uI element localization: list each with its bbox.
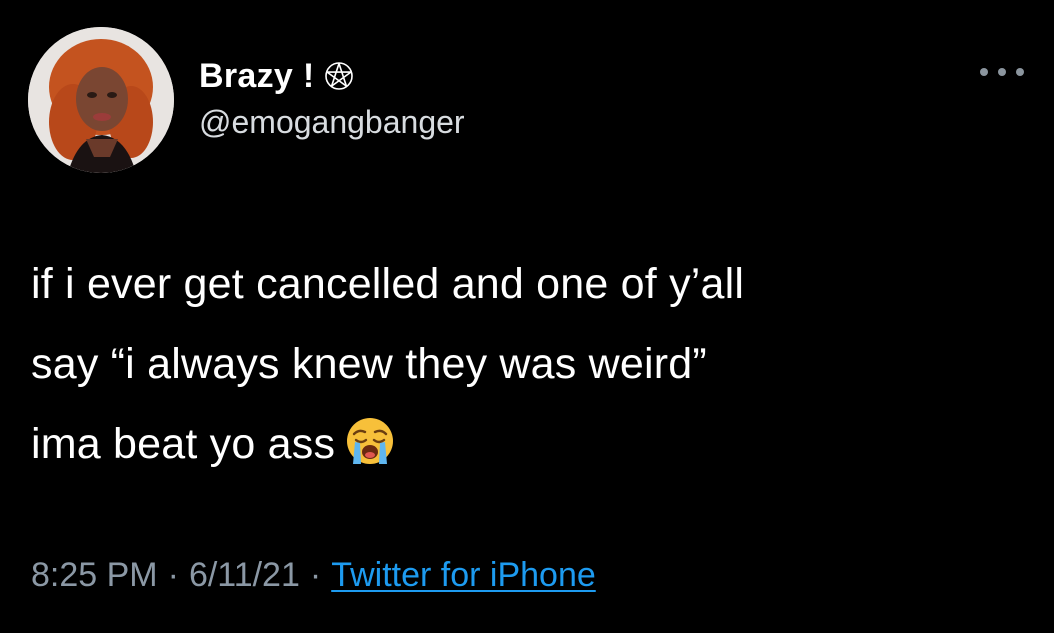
more-dot xyxy=(998,68,1006,76)
tweet-card: Brazy ! @emogangbanger if i ever get can… xyxy=(0,0,1054,633)
tweet-time[interactable]: 8:25 PM xyxy=(31,556,158,595)
tweet-meta: 8:25 PM · 6/11/21 · Twitter for iPhone xyxy=(31,556,596,595)
tweet-line-3-wrapper: ima beat yo ass xyxy=(31,404,1031,484)
tweet-line-2: say “i always knew they was weird” xyxy=(31,340,707,388)
source-link[interactable]: Twitter for iPhone xyxy=(331,556,596,595)
tweet-line-3: ima beat yo ass xyxy=(31,420,336,468)
avatar[interactable] xyxy=(28,27,174,173)
user-handle[interactable]: @emogangbanger xyxy=(199,104,465,141)
more-dot xyxy=(1016,68,1024,76)
tweet-date[interactable]: 6/11/21 xyxy=(189,556,300,595)
meta-separator: · xyxy=(309,556,322,594)
more-dot xyxy=(980,68,988,76)
meta-separator: · xyxy=(167,556,179,594)
display-name-row[interactable]: Brazy ! xyxy=(199,54,465,98)
avatar-image xyxy=(28,27,174,173)
user-info: Brazy ! @emogangbanger xyxy=(199,54,465,141)
tweet-line-1: if i ever get cancelled and one of y’all xyxy=(31,260,745,308)
more-options-icon[interactable] xyxy=(980,60,1024,84)
tweet-text: if i ever get cancelled and one of y’all… xyxy=(31,244,1031,484)
display-name: Brazy ! xyxy=(199,56,315,95)
loudly-crying-face-icon xyxy=(345,412,395,464)
pentagram-icon xyxy=(324,61,354,91)
